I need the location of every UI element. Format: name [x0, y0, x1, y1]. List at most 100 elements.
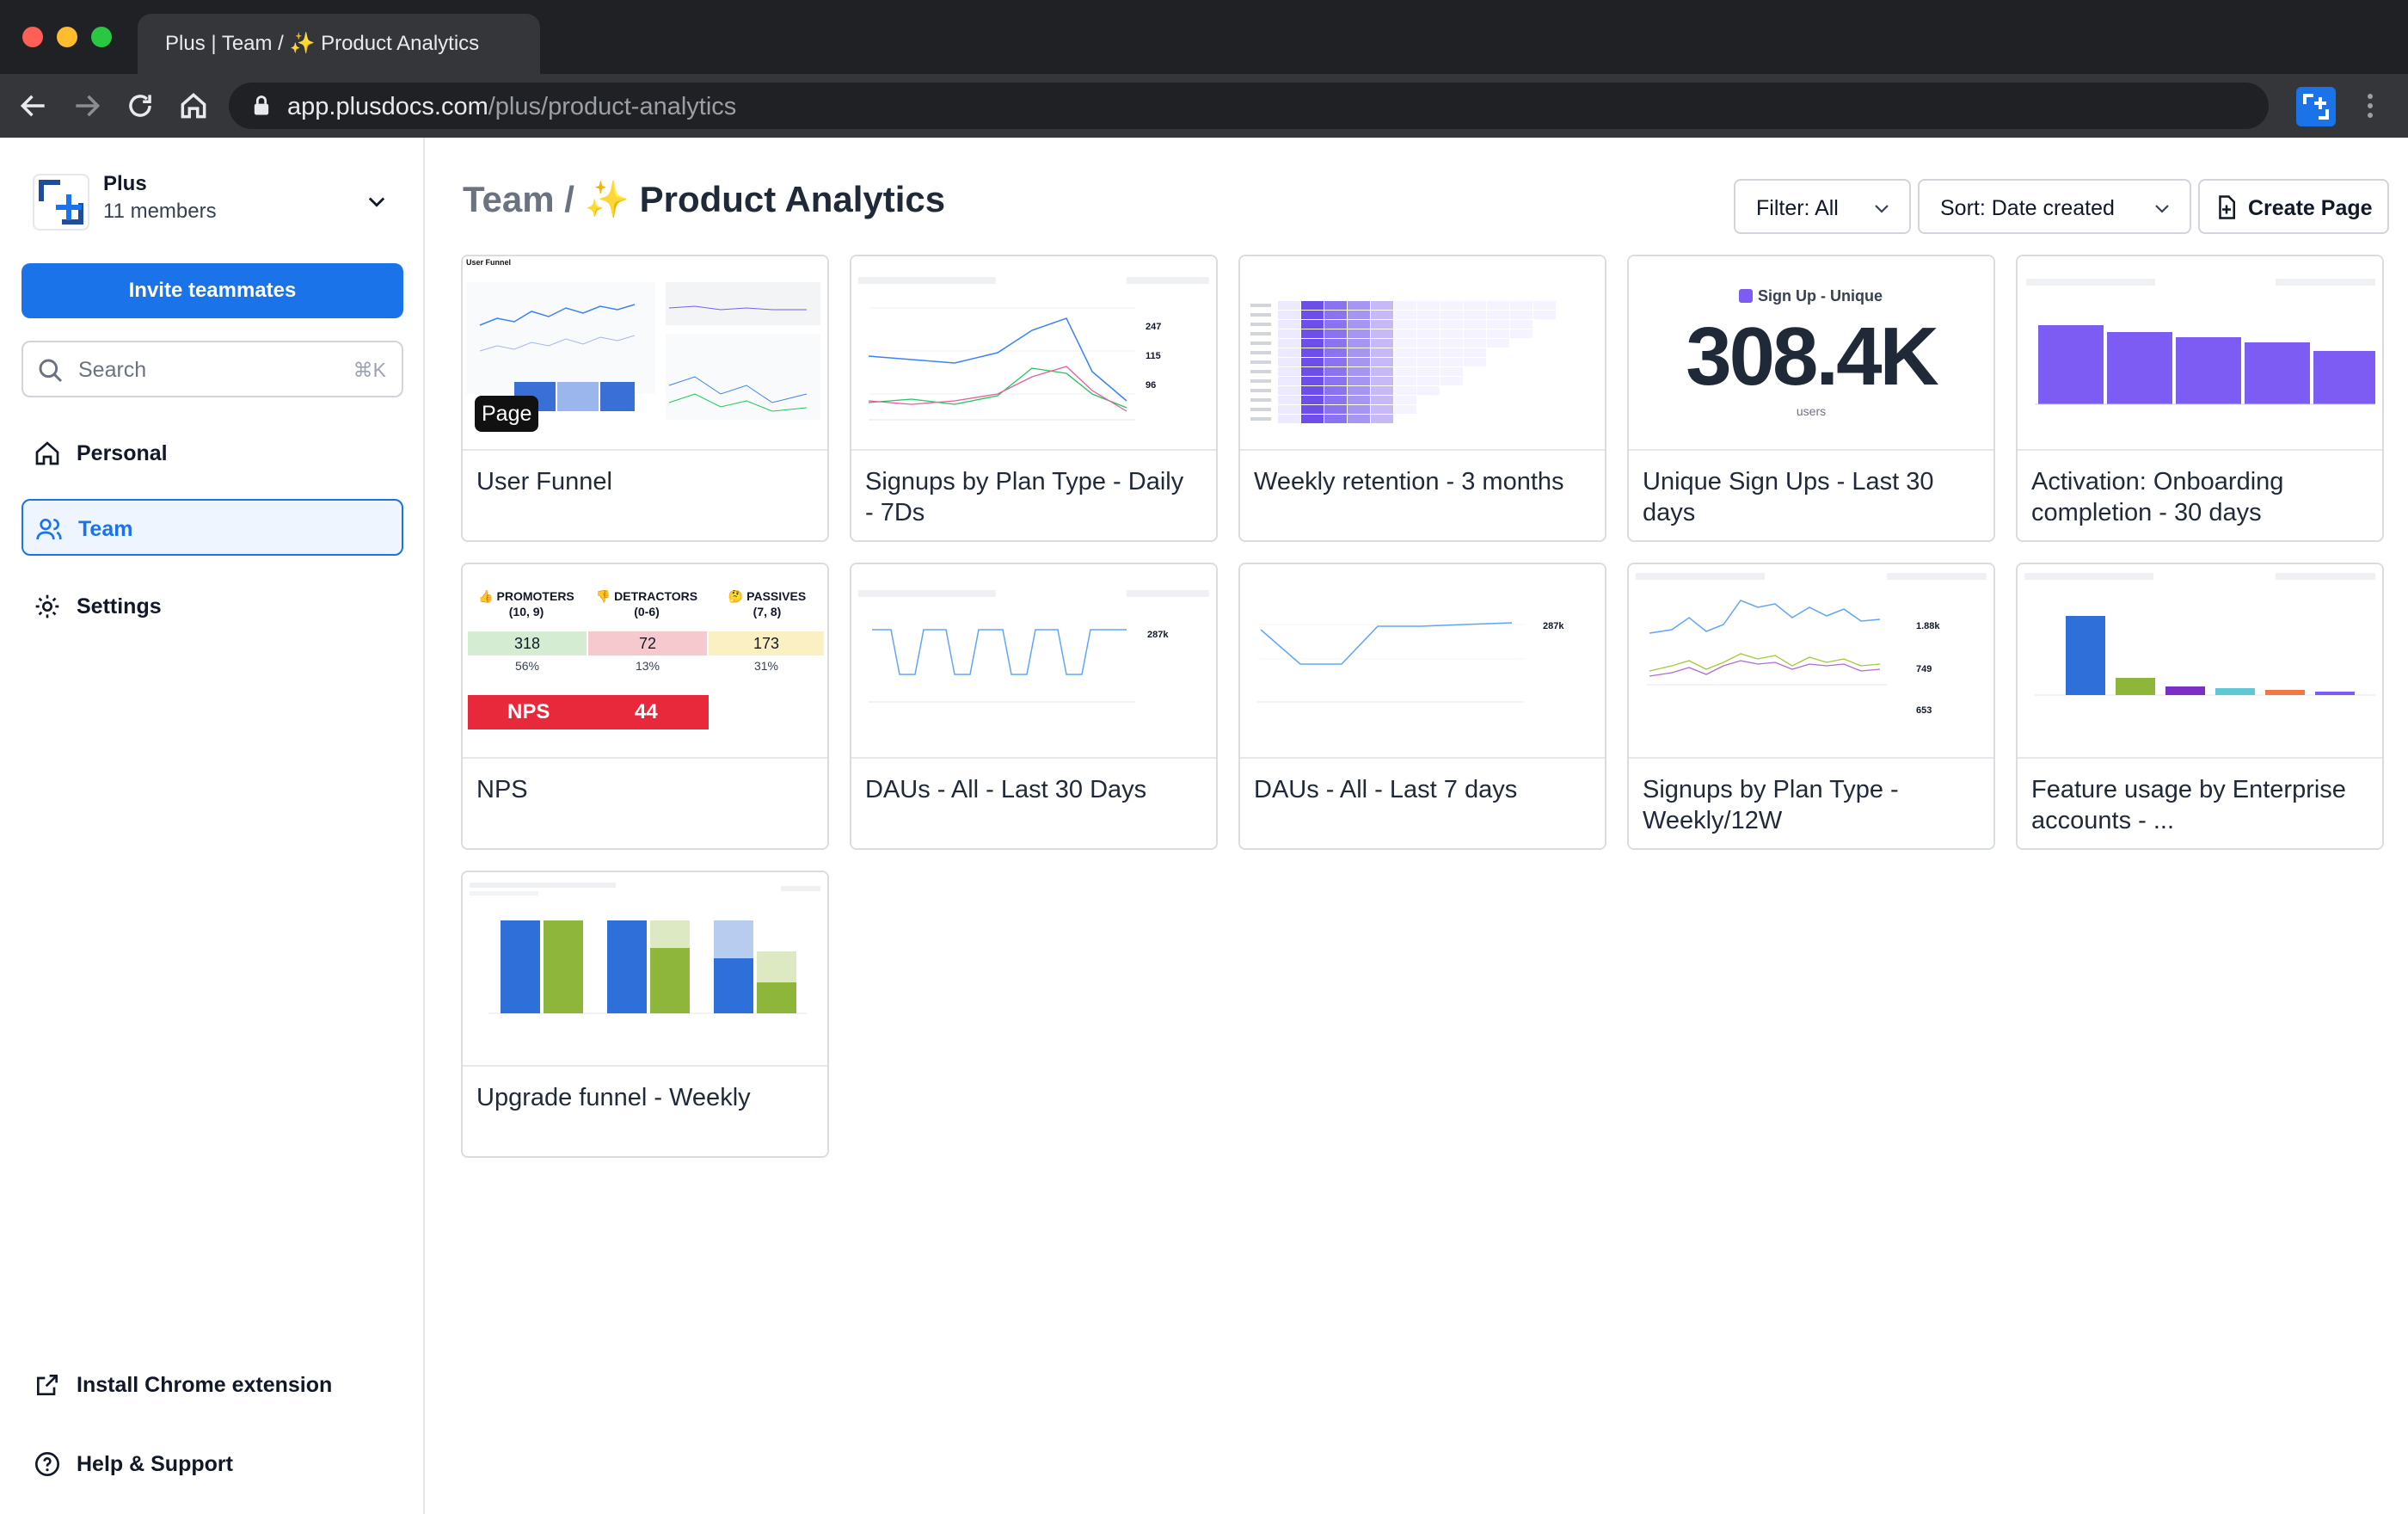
page-card-feature-usage[interactable]: Feature usage by Enterprise accounts - .…	[2016, 563, 2384, 850]
nps-score-bar: NPS 44	[468, 695, 709, 729]
card-title: Signups by Plan Type - Weekly/12W	[1643, 776, 1899, 834]
page-badge: Page	[475, 396, 539, 432]
card-title: Unique Sign Ups - Last 30 days	[1643, 468, 1934, 526]
reload-icon[interactable]	[124, 89, 157, 122]
invite-teammates-button[interactable]: Invite teammates	[22, 263, 403, 318]
minimize-window-button[interactable]	[57, 27, 77, 47]
nps-promoters-pct: 56%	[514, 659, 540, 673]
thumb-value: 287k	[1543, 621, 1564, 631]
sidebar: Plus 11 members Invite teammates Search …	[0, 138, 425, 1514]
breadcrumb-current: ✨ Product Analytics	[584, 179, 946, 219]
thumb-metric-unit: users	[1796, 404, 1827, 418]
close-window-button[interactable]	[22, 27, 43, 47]
page-card-upgrade-funnel[interactable]: Upgrade funnel - Weekly	[461, 871, 829, 1158]
card-thumbnail	[1240, 256, 1605, 451]
tab-title: Plus | Team / ✨ Product Analytics	[165, 32, 480, 55]
card-thumbnail: 👍 PROMOTERS (10, 9) 👎 DETRACTORS (0-6) 🤔…	[463, 564, 827, 759]
create-page-label: Create Page	[2248, 196, 2373, 220]
workspace-members: 11 members	[103, 200, 217, 223]
back-arrow-icon[interactable]	[17, 89, 50, 122]
search-input[interactable]: Search ⌘K	[22, 341, 403, 397]
breadcrumb-team[interactable]: Team	[463, 179, 555, 219]
card-thumbnail: 287k	[851, 564, 1216, 759]
thumb-value: 96	[1146, 380, 1157, 391]
main-content: Team / ✨ Product Analytics Filter: All S…	[427, 138, 2408, 1514]
card-title: User Funnel	[476, 468, 612, 495]
page-card-daus-7-days[interactable]: 287k DAUs - All - Last 7 days	[1238, 563, 1606, 850]
browser-tab[interactable]: Plus | Team / ✨ Product Analytics	[138, 14, 540, 74]
card-thumbnail: Sign Up - Unique 308.4K users	[1629, 256, 1993, 451]
search-shortcut: ⌘K	[353, 359, 386, 381]
nps-promoters-range: (10, 9)	[508, 605, 544, 619]
page-card-weekly-retention[interactable]: Weekly retention - 3 months	[1238, 255, 1606, 542]
nps-detractors-range: (0-6)	[634, 605, 660, 619]
create-page-button[interactable]: Create Page	[2198, 179, 2389, 234]
card-title: Activation: Onboarding completion - 30 d…	[2031, 468, 2284, 526]
page-card-nps[interactable]: 👍 PROMOTERS (10, 9) 👎 DETRACTORS (0-6) 🤔…	[461, 563, 829, 850]
nps-passives-range: (7, 8)	[752, 605, 782, 619]
maximize-window-button[interactable]	[91, 27, 112, 47]
card-thumbnail	[2018, 564, 2382, 759]
plus-extension-icon[interactable]	[2296, 87, 2336, 126]
filter-label: Filter: All	[1756, 196, 1839, 220]
nps-score-value: 44	[635, 700, 658, 723]
card-thumbnail	[2018, 256, 2382, 451]
install-extension-link[interactable]: Install Chrome extension	[22, 1361, 403, 1409]
page-card-signups-daily[interactable]: 247 115 96 Signups by Plan Type - Daily …	[850, 255, 1218, 542]
lock-icon	[254, 95, 269, 115]
forward-arrow-icon[interactable]	[71, 89, 103, 122]
card-title: DAUs - All - Last 30 Days	[865, 776, 1147, 803]
nps-detractors-label: 👎 DETRACTORS	[595, 589, 698, 603]
home-icon[interactable]	[177, 89, 210, 122]
sidebar-item-personal[interactable]: Personal	[22, 425, 403, 482]
gear-icon	[35, 594, 59, 619]
card-title: Signups by Plan Type - Daily - 7Ds	[865, 468, 1184, 526]
nps-passives-label: 🤔 PASSIVES	[728, 589, 807, 603]
filter-dropdown[interactable]: Filter: All	[1734, 179, 1911, 234]
thumb-metric-label: Sign Up - Unique	[1758, 287, 1883, 305]
sidebar-item-team[interactable]: Team	[22, 499, 403, 556]
sidebar-item-settings[interactable]: Settings	[22, 578, 403, 635]
browser-menu-icon[interactable]	[2362, 91, 2379, 120]
new-file-icon	[2219, 195, 2235, 219]
help-support-link[interactable]: Help & Support	[22, 1440, 403, 1488]
sort-dropdown[interactable]: Sort: Date created	[1918, 179, 2191, 234]
page-card-daus-30-days[interactable]: 287k DAUs - All - Last 30 Days	[850, 563, 1218, 850]
page-card-user-funnel[interactable]: User Funnel Page User Funnel	[461, 255, 829, 542]
thumb-caption: User Funnel	[466, 258, 512, 267]
card-thumbnail	[463, 872, 827, 1067]
nps-detractors-count: 72	[588, 631, 707, 655]
card-thumbnail: User Funnel Page	[463, 256, 827, 451]
home-icon	[35, 441, 59, 465]
chevron-down-icon[interactable]	[365, 189, 389, 213]
workspace-logo[interactable]	[33, 174, 89, 231]
sidebar-item-label: Team	[78, 517, 133, 541]
thumb-metric-value: 308.4K	[1686, 311, 1939, 403]
url-host: app.plusdocs.com	[287, 93, 488, 120]
page-card-activation[interactable]: Activation: Onboarding completion - 30 d…	[2016, 255, 2384, 542]
thumb-value: 115	[1146, 351, 1161, 361]
legend-swatch	[1739, 289, 1753, 303]
card-thumbnail: 247 115 96	[851, 256, 1216, 451]
sort-label: Sort: Date created	[1940, 196, 2115, 220]
page-title: Team / ✨ Product Analytics	[463, 179, 945, 221]
thumb-value: 1.88k	[1916, 621, 1940, 631]
url-path: /plus/product-analytics	[488, 93, 737, 120]
page-card-unique-signups[interactable]: Sign Up - Unique 308.4K users Unique Sig…	[1627, 255, 1995, 542]
browser-tab-bar: Plus | Team / ✨ Product Analytics	[0, 0, 2408, 74]
help-icon	[35, 1452, 59, 1476]
external-link-icon	[37, 1375, 58, 1395]
search-placeholder: Search	[78, 358, 147, 382]
address-bar: app.plusdocs.com/plus/product-analytics	[0, 74, 2408, 138]
thumb-value: 653	[1916, 705, 1932, 716]
thumb-value: 749	[1916, 664, 1932, 674]
help-support-label: Help & Support	[77, 1452, 233, 1476]
page-card-signups-weekly[interactable]: 1.88k 749 653 Signups by Plan Type - Wee…	[1627, 563, 1995, 850]
card-title: DAUs - All - Last 7 days	[1254, 776, 1518, 803]
url-field[interactable]: app.plusdocs.com/plus/product-analytics	[229, 83, 2269, 129]
sidebar-item-label: Settings	[77, 594, 162, 619]
card-thumbnail: 287k	[1240, 564, 1605, 759]
chevron-down-icon	[2155, 205, 2169, 213]
thumb-value: 287k	[1147, 630, 1169, 640]
card-title: Upgrade funnel - Weekly	[476, 1084, 751, 1111]
